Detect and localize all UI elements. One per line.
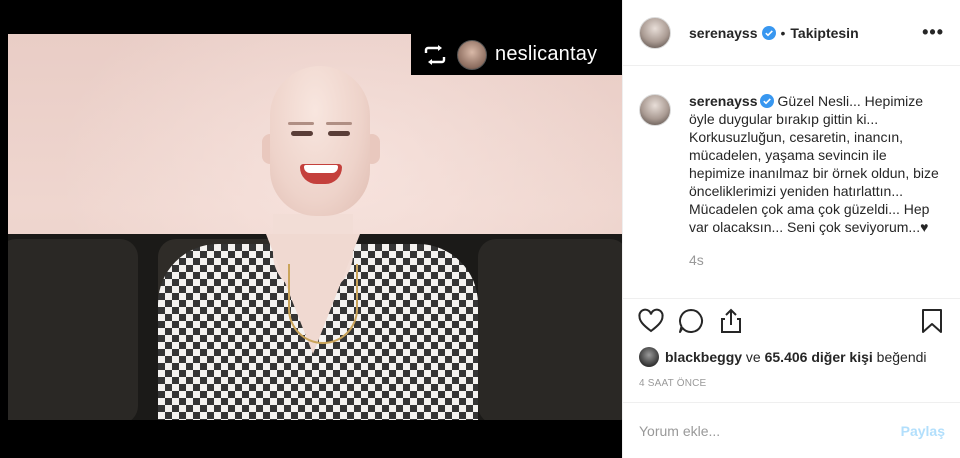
caption-username[interactable]: serenayss	[689, 93, 758, 109]
photo-necklace	[288, 264, 358, 344]
avatar[interactable]	[639, 16, 671, 49]
post-timestamp[interactable]: 4 SAAT ÖNCE	[623, 370, 960, 389]
likes-summary: blackbeggy ve 65.406 diğer kişi beğendi	[623, 342, 960, 370]
caption-time[interactable]: 4s	[689, 252, 941, 268]
repost-tag: neslicantay	[411, 34, 622, 75]
photo-brow	[326, 122, 352, 125]
verified-icon	[759, 94, 774, 108]
photo-head	[270, 66, 370, 216]
photo-eye	[328, 131, 350, 136]
repost-username[interactable]: neslicantay	[495, 43, 597, 66]
comment-input[interactable]	[639, 422, 901, 439]
photo-brow	[288, 122, 314, 125]
caption-body: serenayss Güzel Nesli... Hepimize öyle du…	[689, 92, 941, 298]
comment-bar: Paylaş	[623, 402, 960, 458]
post-photo[interactable]	[8, 34, 622, 420]
likes-connector: ve	[742, 349, 765, 365]
post-sidebar: serenayss • Takiptesin ••• serenayss Güze…	[622, 0, 960, 458]
bookmark-icon[interactable]	[918, 307, 946, 335]
liker-username[interactable]: blackbeggy	[665, 349, 742, 365]
more-options-icon[interactable]: •••	[922, 22, 944, 43]
photo-cushion	[8, 239, 138, 420]
follow-status[interactable]: Takiptesin	[790, 25, 858, 41]
post-media[interactable]: neslicantay	[0, 0, 622, 458]
avatar[interactable]	[639, 94, 671, 126]
repost-avatar[interactable]	[457, 39, 487, 70]
share-icon[interactable]	[717, 307, 745, 335]
caption-area: serenayss Güzel Nesli... Hepimize öyle du…	[623, 66, 960, 298]
liker-avatar[interactable]	[639, 347, 659, 367]
likes-count[interactable]: 65.406 diğer kişi	[765, 349, 873, 365]
header-separator: •	[780, 24, 786, 41]
caption: serenayss Güzel Nesli... Hepimize öyle du…	[689, 92, 941, 236]
photo-cushion	[478, 239, 622, 420]
heart-icon[interactable]	[637, 307, 665, 335]
post-header: serenayss • Takiptesin •••	[623, 0, 960, 66]
likes-suffix: beğendi	[872, 349, 927, 365]
action-bar	[623, 298, 960, 342]
share-comment-button[interactable]: Paylaş	[901, 423, 945, 439]
photo-eye	[291, 131, 313, 136]
header-username[interactable]: serenayss	[689, 25, 758, 41]
comment-icon[interactable]	[677, 307, 705, 335]
caption-text: Güzel Nesli... Hepimize öyle duygular bı…	[689, 93, 939, 235]
photo-teeth	[304, 165, 338, 173]
verified-icon	[761, 25, 776, 40]
repost-icon	[424, 44, 446, 65]
